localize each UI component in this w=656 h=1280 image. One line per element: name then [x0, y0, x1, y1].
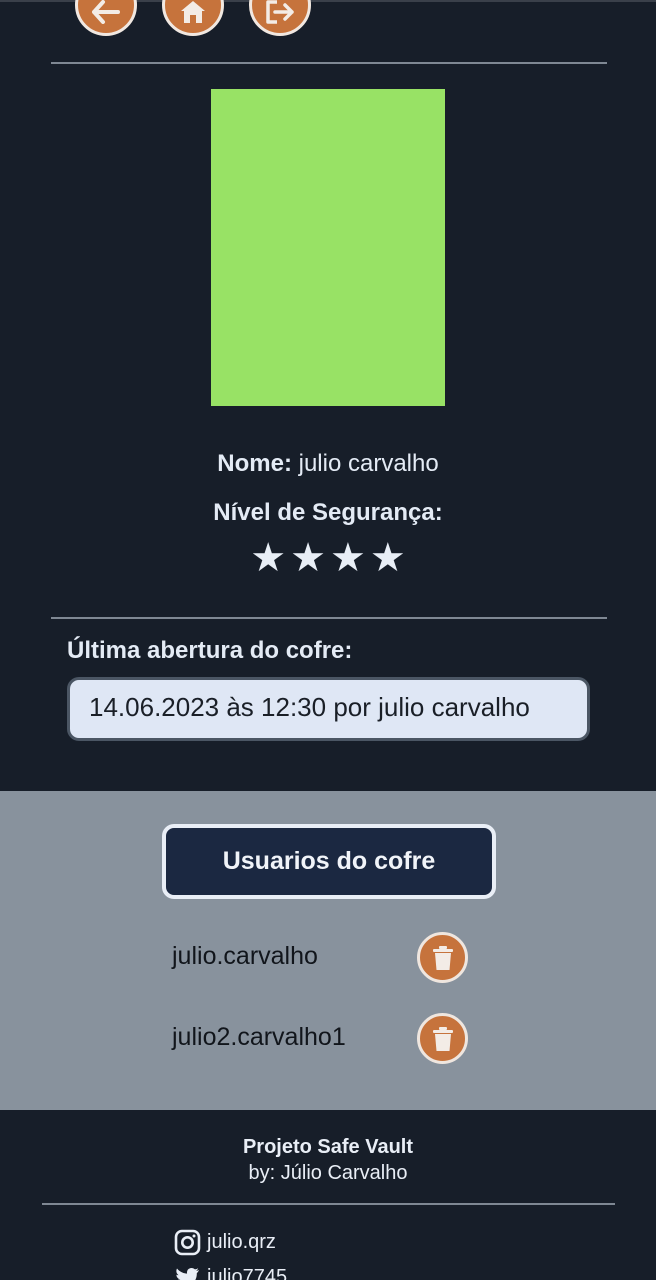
home-icon: [181, 1, 205, 23]
instagram-handle: julio.qrz: [207, 1231, 276, 1253]
user-name: julio.carvalho: [172, 942, 318, 970]
vault-name: Nome: julio carvalho: [0, 450, 656, 478]
name-label: Nome:: [217, 450, 292, 477]
twitter-icon: [176, 1267, 199, 1280]
divider: [51, 62, 607, 64]
footer-author: by: Júlio Carvalho: [248, 1162, 408, 1184]
user-name: julio2.carvalho1: [172, 1023, 346, 1051]
instagram-icon: [174, 1229, 201, 1256]
star-icon: ★: [369, 535, 406, 581]
logout-button[interactable]: [249, 0, 311, 36]
trash-icon: [432, 945, 453, 970]
name-value: julio carvalho: [298, 450, 439, 477]
list-item: julio2.carvalho1: [0, 1013, 656, 1064]
divider: [42, 1203, 615, 1205]
vault-users-button[interactable]: Usuarios do cofre: [162, 824, 496, 899]
footer-project-title: Projeto Safe Vault: [242, 1136, 414, 1158]
trash-icon: [432, 1026, 453, 1051]
vault-users-section: Usuarios do cofre julio.carvalho julio2.…: [0, 791, 656, 1110]
star-icon: ★: [290, 535, 326, 581]
back-button[interactable]: [75, 0, 137, 36]
instagram-link[interactable]: julio.qrz: [174, 1229, 276, 1256]
logout-icon: [266, 0, 294, 24]
security-level-label: Nível de Segurança:: [213, 499, 443, 526]
vault-image: [211, 89, 445, 406]
arrow-left-icon: [92, 0, 120, 24]
delete-user-button[interactable]: [417, 1013, 468, 1064]
last-open-label: Última abertura do cofre:: [67, 637, 353, 664]
delete-user-button[interactable]: [417, 932, 468, 983]
security-stars: ★ ★ ★ ★: [0, 536, 656, 580]
home-button[interactable]: [162, 0, 224, 36]
star-icon: ★: [330, 535, 366, 581]
divider: [51, 617, 607, 619]
star-icon: ★: [250, 535, 287, 581]
last-open-field: 14.06.2023 às 12:30 por julio carvalho: [67, 677, 590, 741]
twitter-link[interactable]: julio7745: [174, 1264, 287, 1280]
list-item: julio.carvalho: [0, 932, 656, 983]
twitter-handle: julio7745: [207, 1266, 288, 1280]
